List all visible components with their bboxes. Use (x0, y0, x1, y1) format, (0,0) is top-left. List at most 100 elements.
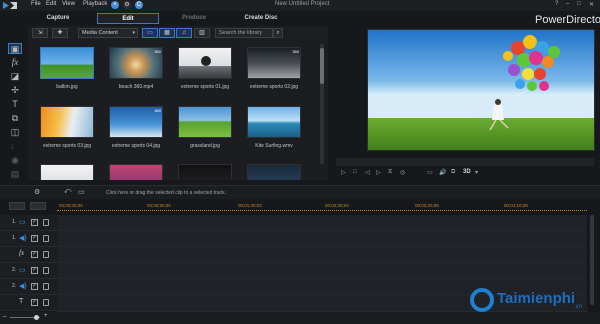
track-enable-checkbox[interactable]: ✓ (31, 283, 38, 290)
clip-thumbnail: 360 (109, 47, 163, 79)
import-media-icon[interactable]: ⇲ (32, 28, 48, 38)
particle-room-icon[interactable]: ✢ (8, 85, 22, 96)
close-icon[interactable]: ✕ (589, 1, 594, 8)
track-enable-checkbox[interactable]: ✓ (31, 267, 38, 274)
lock-icon[interactable] (43, 283, 49, 290)
previous-frame-icon[interactable]: ◁ (365, 169, 370, 176)
transition-room-icon[interactable]: ⧉ (8, 113, 22, 124)
track-number: 1. (12, 235, 17, 241)
quality-icon[interactable]: ▭ (427, 169, 433, 176)
track-enable-checkbox[interactable]: ✓ (31, 235, 38, 242)
track-enable-checkbox[interactable]: ✓ (31, 251, 38, 258)
media-clip[interactable]: ballon.jpg (40, 47, 100, 90)
help-icon[interactable]: ? (555, 1, 558, 7)
snap-icon[interactable] (30, 202, 46, 210)
audio-filter-icon[interactable]: ♫ (176, 28, 192, 38)
3d-mode-button[interactable]: 3D (463, 169, 471, 175)
chevron-down-icon[interactable]: ▾ (475, 169, 478, 176)
timeline-track[interactable] (57, 247, 587, 263)
lock-icon[interactable] (43, 219, 49, 226)
maximize-icon[interactable]: □ (577, 1, 581, 7)
search-icon[interactable]: ⌕ (273, 28, 283, 38)
clip-thumbnail (40, 164, 94, 180)
media-clip[interactable]: Kite Surfing.wmv (247, 106, 307, 149)
voice-over-icon[interactable]: ♩ (8, 141, 22, 152)
media-content-select[interactable]: Media Content ▾ (78, 28, 138, 38)
dual-monitor-icon[interactable]: ⧉ (451, 169, 455, 176)
title-room-icon[interactable]: T (8, 99, 22, 110)
clip-thumbnail: 360 (247, 47, 301, 79)
fast-forward-icon[interactable]: ⧖ (388, 169, 392, 176)
lock-icon[interactable] (43, 267, 49, 274)
badge-360: 360 (154, 49, 161, 54)
library-search-input[interactable]: Search the library (215, 28, 273, 38)
clip-name: grassland.jpg (190, 143, 220, 149)
tab-capture[interactable]: Capture (30, 13, 86, 24)
track-header: 2. ▭ ✓ (0, 263, 57, 279)
track-enable-checkbox[interactable]: ✓ (31, 299, 38, 306)
menu-file[interactable]: File (31, 1, 41, 7)
play-icon[interactable]: ▷ (341, 169, 346, 176)
menu-playback[interactable]: Playback (83, 1, 107, 7)
view-mode-icon[interactable]: ▥ (194, 28, 210, 38)
media-clip[interactable] (109, 164, 169, 180)
media-clip[interactable]: grassland.jpg (178, 106, 238, 149)
chapter-room-icon[interactable]: ◉ (8, 155, 22, 166)
video-filter-icon[interactable]: ▭ (142, 28, 158, 38)
ruler-tick: 00;00;00;00 (59, 203, 83, 208)
track-number: 2. (12, 267, 17, 273)
zoom-out-icon[interactable]: – (3, 314, 6, 320)
pip-room-icon[interactable]: ◪ (8, 71, 22, 82)
library-scrollbar-thumb[interactable] (320, 48, 324, 84)
settings-icon[interactable]: ⚙ (123, 1, 131, 9)
preview-timeline-slider[interactable] (336, 158, 594, 166)
media-clip[interactable]: extreme sports 01.jpg (178, 47, 238, 90)
volume-icon[interactable]: 🔊 (439, 169, 446, 176)
subtitle-room-icon[interactable]: ▤ (8, 169, 22, 180)
fx-room-icon[interactable]: fx (8, 57, 22, 68)
notification-icon[interactable]: • (111, 1, 119, 9)
timeline-hint: Click here or drag the selected clip to … (106, 190, 227, 196)
minimize-icon[interactable]: – (566, 1, 569, 7)
track-enable-checkbox[interactable]: ✓ (31, 219, 38, 226)
track-manager-icon[interactable]: ⚙ (34, 188, 40, 196)
ruler-tick: 00;01;40;02 (238, 203, 262, 208)
audio-mixing-icon[interactable]: ◫ (8, 127, 22, 138)
track-header: 1. ◀) ✓ (0, 231, 57, 247)
media-clip[interactable] (178, 164, 238, 180)
update-icon[interactable]: C (135, 1, 143, 9)
next-frame-icon[interactable]: ▷ (376, 169, 381, 176)
media-clip[interactable] (40, 164, 100, 180)
stop-icon[interactable]: □ (353, 169, 357, 175)
image-filter-icon[interactable]: ▦ (159, 28, 175, 38)
timeline-track[interactable] (57, 263, 587, 279)
zoom-slider-knob[interactable] (34, 315, 39, 320)
zoom-in-icon[interactable]: + (44, 313, 48, 319)
timeline-mode-icon[interactable]: ⤺ (64, 188, 71, 196)
tab-produce[interactable]: Produce (165, 13, 223, 24)
fit-timeline-icon[interactable] (9, 202, 25, 210)
lock-icon[interactable] (43, 299, 49, 306)
preview-window[interactable] (367, 29, 595, 151)
powerdirector-logo-icon[interactable] (3, 1, 17, 10)
tab-create-disc[interactable]: Create Disc (232, 13, 290, 24)
media-room-icon[interactable]: ▣ (8, 43, 22, 54)
media-clip[interactable]: 360 beach 360.mp4 (109, 47, 169, 90)
media-clip[interactable]: 360 extreme sports 04.jpg (109, 106, 169, 149)
media-clip[interactable]: extreme sports 03.jpg (40, 106, 100, 149)
menu-view[interactable]: View (62, 1, 75, 7)
title-track-icon: T (19, 298, 24, 305)
timeline-track[interactable] (57, 231, 587, 247)
lock-icon[interactable] (43, 235, 49, 242)
menu-edit[interactable]: Edit (46, 1, 56, 7)
lock-icon[interactable] (43, 251, 49, 258)
storyboard-mode-icon[interactable]: ▭ (78, 188, 85, 196)
tab-edit[interactable]: Edit (97, 13, 159, 24)
media-clip[interactable] (247, 164, 307, 180)
preview-image (368, 30, 594, 150)
snapshot-icon[interactable]: ◎ (400, 169, 405, 176)
media-clip[interactable]: 360 extreme sports 02.jpg (247, 47, 307, 90)
audio-track-icon: ◀) (19, 283, 27, 290)
plugins-icon[interactable]: ✚ (52, 28, 68, 38)
timeline-track[interactable] (57, 215, 587, 231)
